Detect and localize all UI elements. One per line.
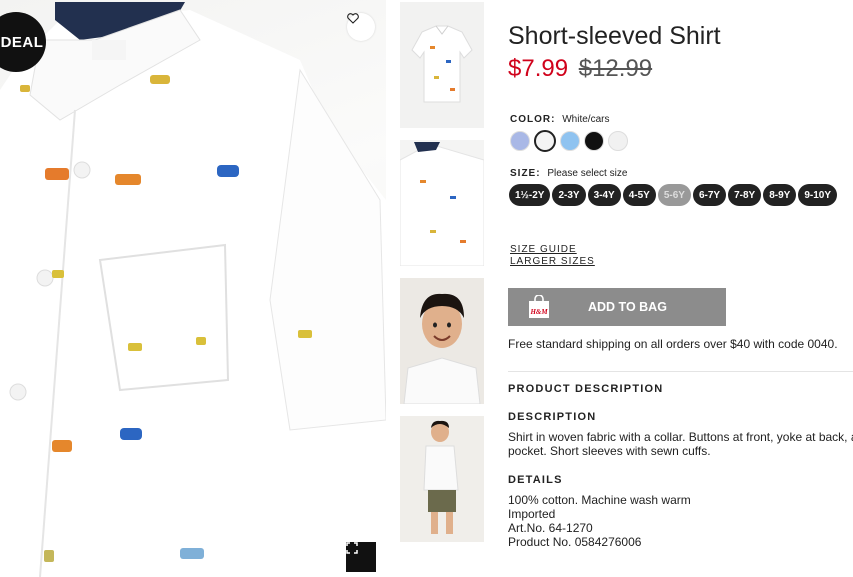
selected-color: White/cars xyxy=(562,114,610,125)
details-line: Art.No. 64-1270 xyxy=(508,521,593,535)
current-price: $7.99 xyxy=(508,55,569,82)
size-option[interactable]: 2-3Y xyxy=(553,185,585,205)
svg-text:H&M: H&M xyxy=(529,308,548,316)
divider xyxy=(508,371,853,372)
size-label-row: SIZE: Please select size xyxy=(510,168,627,179)
thumbnail-model-portrait[interactable] xyxy=(400,278,484,404)
color-swatch-off-white[interactable] xyxy=(608,131,628,151)
fullscreen-button[interactable] xyxy=(346,542,376,572)
size-option[interactable]: 6-7Y xyxy=(693,185,726,205)
price-row: $7.99 $12.99 xyxy=(508,55,652,83)
color-swatch-white[interactable] xyxy=(534,130,556,152)
product-title: Short-sleeved Shirt xyxy=(508,22,721,50)
original-price: $12.99 xyxy=(578,55,653,82)
color-swatches xyxy=(510,130,628,152)
size-option[interactable]: 9-10Y xyxy=(799,185,837,205)
thumbnail-shirt-flat[interactable] xyxy=(400,2,484,128)
size-option[interactable]: 3-4Y xyxy=(588,185,620,205)
product-description-heading[interactable]: PRODUCT DESCRIPTION xyxy=(508,383,663,395)
larger-sizes-link[interactable]: LARGER SIZES xyxy=(510,256,595,267)
size-option[interactable]: 1½-2Y xyxy=(510,185,550,205)
size-guide-link[interactable]: SIZE GUIDE xyxy=(510,244,577,255)
thumbnail-model-full[interactable] xyxy=(400,416,484,542)
details-heading: DETAILS xyxy=(508,474,563,486)
add-to-bag-button[interactable]: H&M ADD TO BAG xyxy=(508,288,726,326)
size-options: 1½-2Y 2-3Y 3-4Y 4-5Y 5-6Y 6-7Y 7-8Y 8-9Y… xyxy=(510,185,837,205)
favorite-button[interactable] xyxy=(347,13,375,41)
size-prompt: Please select size xyxy=(547,168,628,179)
description-subheading: DESCRIPTION xyxy=(508,411,597,423)
description-text-line1: Shirt in woven fabric with a collar. But… xyxy=(508,430,853,444)
thumbnail-shirt-closeup[interactable] xyxy=(400,140,484,266)
description-text-line2: pocket. Short sleeves with sewn cuffs. xyxy=(508,444,711,458)
details-line: Product No. 0584276006 xyxy=(508,535,642,549)
color-label-row: COLOR: White/cars xyxy=(510,114,609,125)
shipping-note: Free standard shipping on all orders ove… xyxy=(508,337,838,351)
shirt-illustration xyxy=(0,2,386,577)
size-option-unavailable: 5-6Y xyxy=(658,185,690,205)
size-option[interactable]: 7-8Y xyxy=(729,185,761,205)
shopping-bag-icon: H&M xyxy=(528,294,550,319)
add-to-bag-label: ADD TO BAG xyxy=(588,300,667,314)
color-swatch-black[interactable] xyxy=(584,131,604,151)
size-label: SIZE: xyxy=(510,168,541,179)
main-product-image[interactable]: DEAL xyxy=(0,0,386,577)
size-option[interactable]: 8-9Y xyxy=(764,185,796,205)
size-option[interactable]: 4-5Y xyxy=(623,185,655,205)
color-swatch-sky-blue[interactable] xyxy=(560,131,580,151)
color-label: COLOR: xyxy=(510,114,556,125)
details-line: Imported xyxy=(508,507,556,521)
color-swatch-light-blue[interactable] xyxy=(510,131,530,151)
details-line: 100% cotton. Machine wash warm xyxy=(508,493,691,507)
